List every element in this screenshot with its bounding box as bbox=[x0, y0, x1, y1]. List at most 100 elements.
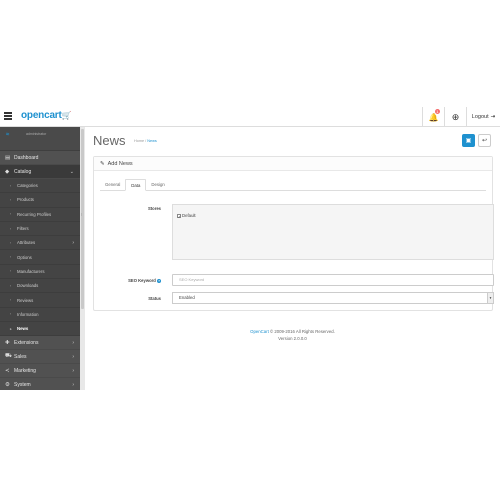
sidebar-item-label: Recurring Profiles bbox=[17, 211, 52, 217]
dashboard-icon: ▤ bbox=[5, 154, 11, 161]
chevron-right-icon: › bbox=[72, 367, 74, 374]
status-label: Status bbox=[148, 296, 161, 301]
status-select[interactable]: Enabled ▾ bbox=[172, 292, 494, 304]
caret-right-icon: › bbox=[10, 298, 12, 303]
seo-keyword-label-text: SEO Keyword bbox=[128, 278, 156, 283]
pencil-icon: ✎ bbox=[100, 160, 105, 167]
sign-out-icon: ⇥ bbox=[490, 114, 496, 120]
caret-right-icon: › bbox=[10, 226, 12, 231]
seo-keyword-input[interactable]: SEO Keyword bbox=[172, 274, 494, 286]
status-selected-value: Enabled bbox=[179, 295, 195, 300]
catalog-submenu: › Categories › Products › Recurring Profile… bbox=[0, 179, 80, 337]
chevron-right-icon: › bbox=[72, 339, 74, 346]
sidebar-item-manufacturers[interactable]: › Manufacturers bbox=[0, 264, 80, 280]
stores-checkbox-list: ✓ Default bbox=[172, 204, 494, 260]
sidebar-item-attributes[interactable]: › Attributes › bbox=[0, 236, 80, 251]
sidebar-item-filters[interactable]: › Filters bbox=[0, 221, 80, 237]
sidebar-item-label: Reviews bbox=[17, 297, 34, 303]
sidebar-item-label: Extensions bbox=[14, 339, 39, 346]
notifications-button[interactable]: 🔔 1 bbox=[422, 107, 444, 127]
tab-general[interactable]: General bbox=[100, 179, 125, 191]
profile-text: administrator bbox=[26, 132, 47, 136]
breadcrumb: Home / News bbox=[134, 139, 157, 143]
page-title: News bbox=[93, 133, 126, 149]
admin-screenshot: opencart🛒 🔔 1 ⊕ Logout ⇥ ≈ administrator… bbox=[0, 107, 500, 390]
sidebar-item-marketing[interactable]: ≺ Marketing › bbox=[0, 364, 80, 379]
footer-copyright: © 2009-2016 All Rights Reserved. bbox=[268, 329, 335, 334]
sidebar-item-label: System bbox=[14, 381, 31, 388]
logout-button[interactable]: Logout ⇥ bbox=[466, 107, 500, 127]
checkbox-checked-icon: ✓ bbox=[177, 213, 181, 219]
tab-data[interactable]: Data bbox=[125, 179, 147, 191]
chevron-right-icon: › bbox=[72, 239, 74, 246]
sidebar-item-label: Categories bbox=[17, 183, 38, 189]
sidebar-item-label: Manufacturers bbox=[17, 268, 45, 274]
share-icon: ≺ bbox=[5, 367, 10, 374]
footer-brand-link[interactable]: OpenCart bbox=[250, 329, 269, 334]
breadcrumb-home[interactable]: Home bbox=[134, 139, 144, 143]
sidebar-item-dashboard[interactable]: ▤ Dashboard bbox=[0, 151, 80, 165]
caret-right-icon: ▸ bbox=[10, 326, 12, 331]
panel-title: Add News bbox=[107, 160, 133, 167]
sidebar-item-products[interactable]: › Products bbox=[0, 193, 80, 208]
store-default-checkbox[interactable]: ✓ Default bbox=[177, 213, 196, 219]
sidebar-item-categories[interactable]: › Categories bbox=[0, 179, 80, 194]
logout-label: Logout bbox=[471, 114, 489, 120]
caret-right-icon: › bbox=[10, 255, 12, 260]
sidebar-item-system[interactable]: ⚙ System › bbox=[0, 378, 80, 390]
sidebar-resize-grip-icon[interactable]: ⁝ bbox=[81, 212, 82, 217]
sidebar-item-label: Options bbox=[17, 254, 32, 260]
chevron-right-icon: › bbox=[72, 381, 74, 388]
sidebar-item-downloads[interactable]: › Downloads bbox=[0, 279, 80, 294]
seo-keyword-label: SEO Keyword ? bbox=[100, 278, 161, 283]
sidebar-item-news[interactable]: ▸ News bbox=[0, 321, 80, 337]
sidebar-item-information[interactable]: › Information bbox=[0, 307, 80, 322]
top-header: opencart🛒 🔔 1 ⊕ Logout ⇥ bbox=[0, 107, 500, 127]
save-icon: ▣ bbox=[465, 138, 472, 144]
sidebar-item-sales[interactable]: ⛟ Sales › bbox=[0, 350, 80, 365]
sidebar-item-reviews[interactable]: › Reviews bbox=[0, 293, 80, 308]
main-content: News Home / News ▣ ↩ ✎ Add News General … bbox=[85, 127, 500, 390]
select-arrow-icon: ▾ bbox=[487, 293, 493, 303]
sidebar-item-label: Downloads bbox=[17, 283, 39, 289]
sidebar-item-catalog[interactable]: ◆ Catalog ⌄ bbox=[0, 165, 80, 179]
header-actions: 🔔 1 ⊕ Logout ⇥ bbox=[422, 107, 500, 127]
tab-design[interactable]: Design bbox=[146, 179, 169, 191]
opencart-logo[interactable]: opencart🛒 bbox=[21, 110, 72, 121]
sidebar-item-label: News bbox=[17, 326, 29, 332]
logo-text: opencart bbox=[21, 110, 62, 121]
sidebar-item-label: Filters bbox=[17, 226, 29, 232]
cancel-button[interactable]: ↩ bbox=[478, 134, 491, 147]
gear-icon: ⚙ bbox=[5, 381, 10, 388]
footer: OpenCart © 2009-2016 All Rights Reserved… bbox=[85, 328, 500, 342]
tag-icon: ◆ bbox=[5, 168, 10, 175]
sidebar-profile: ≈ administrator bbox=[0, 127, 80, 151]
globe-icon: ⊕ bbox=[451, 111, 460, 122]
caret-right-icon: › bbox=[10, 197, 12, 202]
page-actions: ▣ ↩ bbox=[462, 134, 491, 147]
sidebar-item-label: Dashboard bbox=[14, 154, 39, 161]
notification-badge: 1 bbox=[434, 109, 440, 114]
form-tabs: General Data Design bbox=[100, 179, 486, 191]
sidebar-item-label: Products bbox=[17, 197, 34, 203]
add-news-panel: ✎ Add News General Data Design Stores ✓ … bbox=[93, 156, 494, 311]
sidebar-item-label: Information bbox=[17, 311, 39, 317]
sidebar-item-recurring-profiles[interactable]: › Recurring Profiles bbox=[0, 207, 80, 222]
sidebar-item-options[interactable]: › Options bbox=[0, 250, 80, 265]
help-info-icon[interactable]: ? bbox=[157, 278, 161, 283]
cart-icon: ⛟ bbox=[5, 353, 12, 360]
footer-version: Version 2.0.0.0 bbox=[278, 336, 307, 341]
scrollbar-thumb[interactable] bbox=[81, 129, 84, 309]
sidebar-item-extensions[interactable]: ✚ Extensions › bbox=[0, 336, 80, 351]
save-button[interactable]: ▣ bbox=[462, 134, 475, 147]
sidebar-item-label: Marketing bbox=[14, 367, 36, 374]
caret-right-icon: › bbox=[10, 283, 12, 288]
footer-copyright-line: OpenCart © 2009-2016 All Rights Reserved… bbox=[85, 328, 500, 335]
menu-toggle-icon[interactable] bbox=[4, 112, 12, 122]
cart-logo-icon: 🛒 bbox=[61, 111, 72, 120]
caret-right-icon: › bbox=[10, 312, 12, 317]
breadcrumb-news[interactable]: News bbox=[147, 139, 157, 143]
caret-right-icon: › bbox=[10, 183, 12, 188]
profile-logo-icon: ≈ bbox=[6, 132, 10, 138]
globe-button[interactable]: ⊕ bbox=[444, 107, 466, 127]
